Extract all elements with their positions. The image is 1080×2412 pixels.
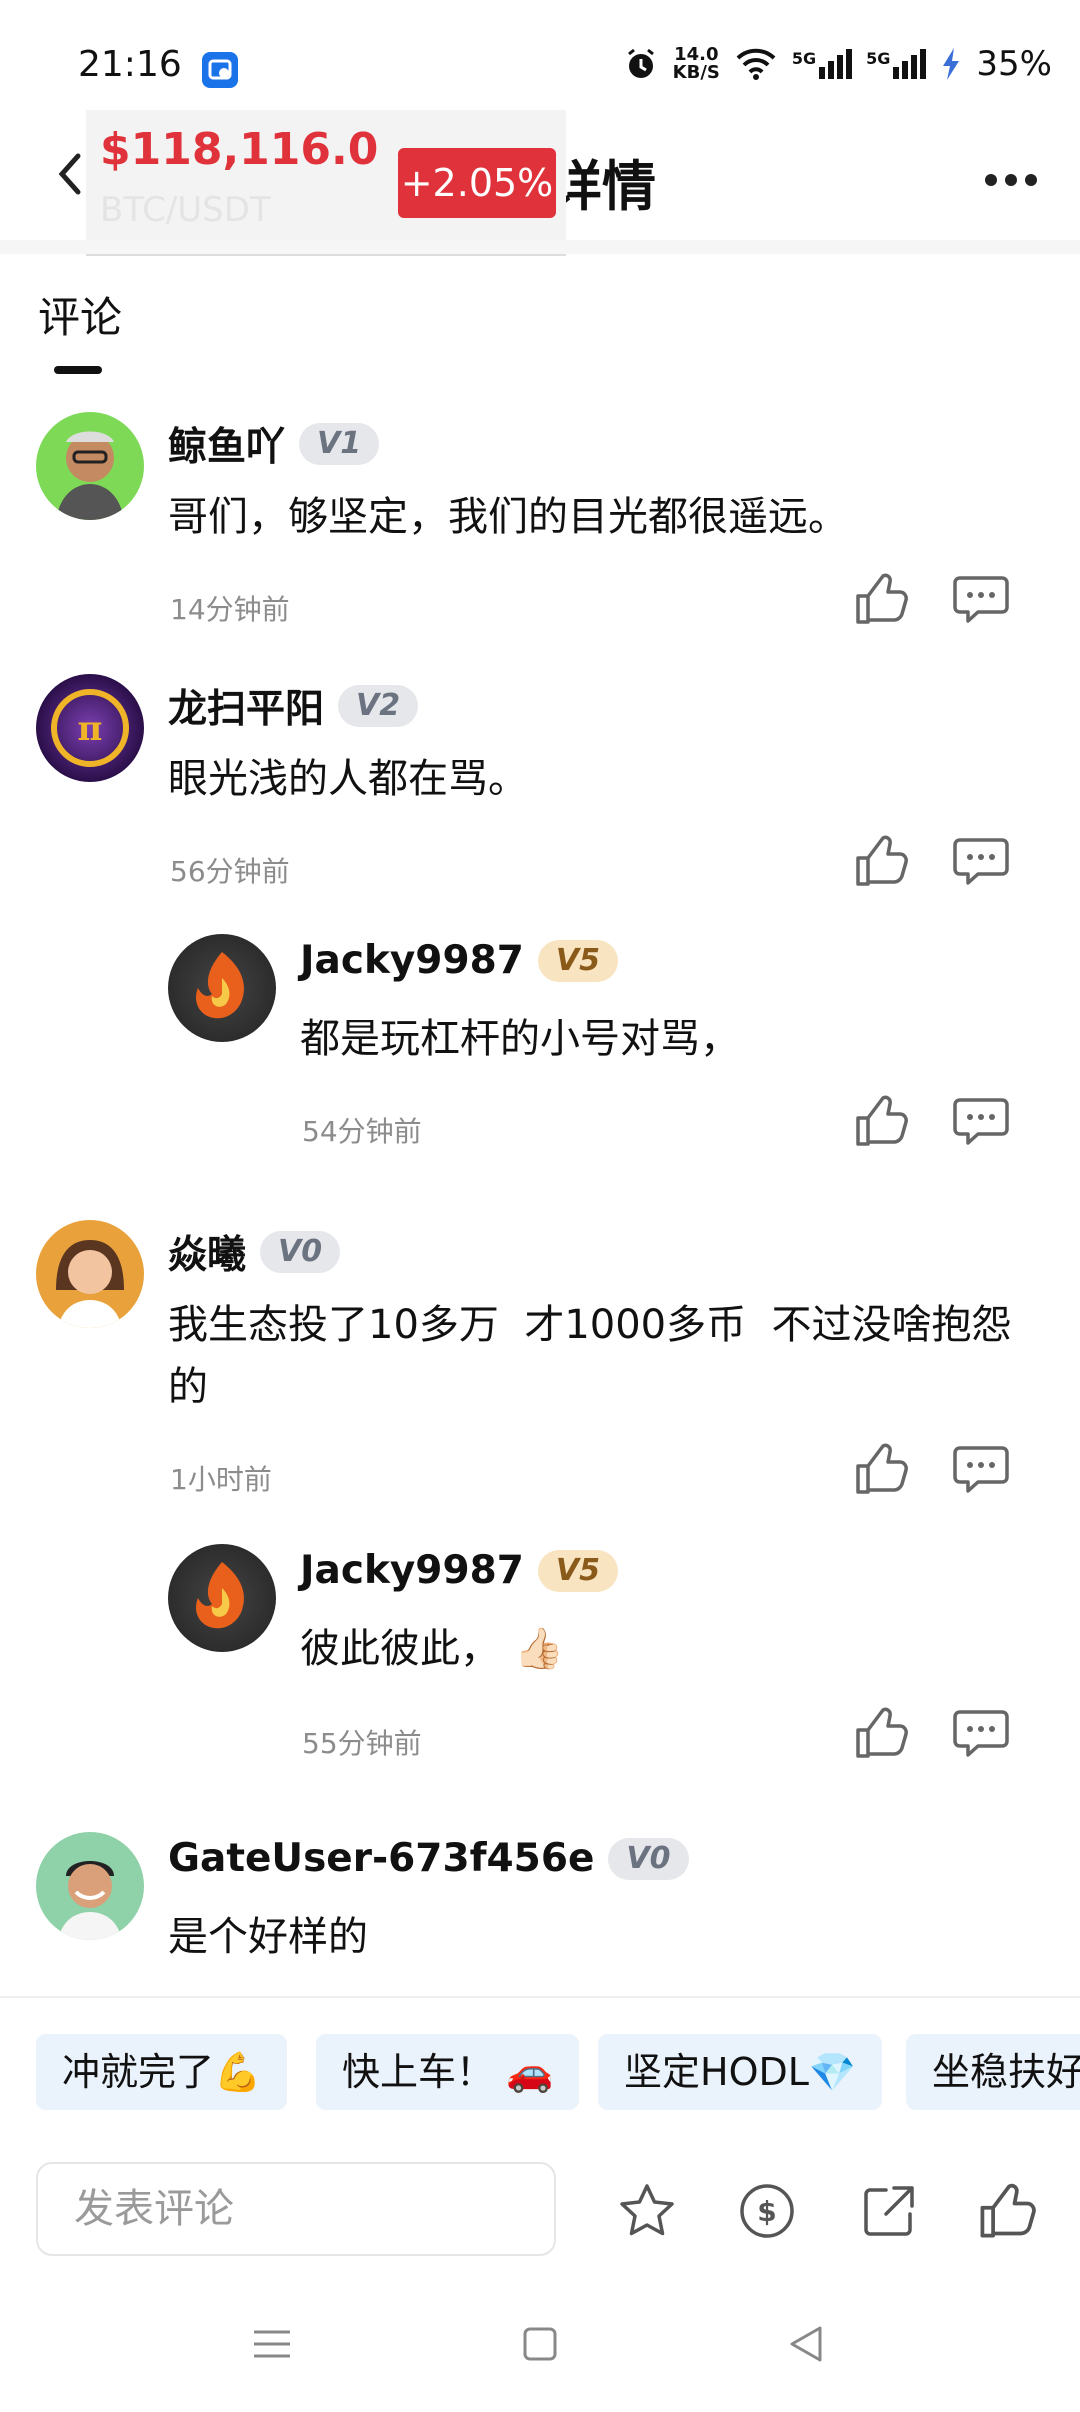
- battery-percent: 35%: [976, 44, 1052, 84]
- avatar[interactable]: π: [36, 674, 144, 782]
- svg-text:π: π: [78, 709, 103, 749]
- reply-time: 55分钟前: [302, 1727, 422, 1760]
- level-badge: V5: [537, 1549, 618, 1592]
- signal-5g-icon-1: 5G: [792, 49, 853, 79]
- comment-bubble-icon: [953, 838, 1009, 885]
- thumbs-up-icon: [856, 573, 908, 624]
- reply-button[interactable]: [952, 1704, 1010, 1762]
- level-badge: V2: [338, 685, 419, 727]
- like-post-button[interactable]: [976, 2180, 1038, 2242]
- reply-button[interactable]: [952, 570, 1010, 628]
- tip-button[interactable]: $: [736, 2180, 798, 2242]
- reply-button[interactable]: [952, 1092, 1010, 1150]
- star-icon: [620, 2184, 674, 2236]
- level-badge: V1: [299, 423, 380, 465]
- comment-time: 14分钟前: [170, 593, 290, 626]
- reply-button[interactable]: [952, 1440, 1010, 1498]
- reply-text: 都是玩杠杆的小号对骂，: [300, 1016, 740, 1062]
- coin-icon: $: [740, 2184, 794, 2238]
- nav-menu-button[interactable]: [250, 2322, 294, 2366]
- like-button[interactable]: [852, 832, 910, 890]
- comment-text-line2: 的: [168, 1364, 208, 1410]
- thumbs-up-icon: [856, 1443, 908, 1494]
- nav-back-button[interactable]: [784, 2322, 828, 2366]
- back-button[interactable]: [52, 148, 86, 210]
- comment-input[interactable]: 发表评论: [36, 2162, 556, 2256]
- quick-reply-chip-clip: 坐稳扶好: [906, 2034, 1080, 2110]
- menu-icon: [254, 2330, 290, 2358]
- price: $118,116.0: [100, 124, 379, 175]
- charging-icon: [943, 48, 960, 80]
- comment-bubble-icon: [953, 1446, 1009, 1493]
- wifi-icon: [736, 48, 776, 80]
- comment-text: 是个好样的: [168, 1914, 368, 1960]
- username[interactable]: Jacky9987: [300, 938, 524, 983]
- thumbs-up-icon: [856, 1707, 908, 1758]
- signal-5g-icon-2: 5G: [866, 49, 927, 79]
- comment-time: 56分钟前: [170, 855, 290, 888]
- reply-text: 彼此彼此， 👍🏻: [300, 1626, 564, 1672]
- username[interactable]: GateUser-673f456e: [168, 1836, 594, 1881]
- level-badge: V0: [608, 1837, 689, 1880]
- thumbs-up-icon: [856, 835, 908, 886]
- level-badge: V0: [260, 1231, 341, 1273]
- more-dots-icon: [985, 174, 1037, 186]
- like-button[interactable]: [852, 1440, 910, 1498]
- tab-comments[interactable]: 评论: [38, 284, 122, 345]
- avatar[interactable]: [168, 1544, 276, 1652]
- thumbs-up-emoji: 👍🏻: [514, 1626, 564, 1672]
- trading-pair: BTC/USDT: [100, 190, 271, 230]
- more-button[interactable]: [984, 140, 1038, 200]
- net-speed: 14.0 KB/S: [672, 44, 720, 83]
- svg-text:$: $: [757, 2195, 776, 2228]
- comment-text: 我生态投了10多万 才1000多币 不过没啥抱怨: [168, 1302, 1012, 1348]
- avatar[interactable]: [36, 1220, 144, 1328]
- tab-indicator: [54, 366, 102, 374]
- avatar[interactable]: [36, 412, 144, 520]
- avatar[interactable]: [168, 934, 276, 1042]
- comment-time: 1小时前: [170, 1463, 272, 1496]
- alarm-icon: [627, 48, 654, 78]
- reply-button[interactable]: [952, 832, 1010, 890]
- like-button[interactable]: [852, 1092, 910, 1150]
- favorite-button[interactable]: [616, 2180, 678, 2242]
- comment-bubble-icon: [953, 576, 1009, 623]
- comment-text: 眼光浅的人都在骂。: [168, 756, 528, 802]
- thumbs-up-icon: [856, 1095, 908, 1146]
- price-change-badge: +2.05%: [398, 148, 556, 218]
- quick-reply-chip[interactable]: 快上车！ 🚗: [316, 2034, 580, 2110]
- comment-text: 哥们，够坚定，我们的目光都很遥远。: [168, 494, 848, 540]
- like-button[interactable]: [852, 1704, 910, 1762]
- quick-reply-chip[interactable]: 坐稳扶好: [906, 2034, 1080, 2110]
- quick-reply-chip[interactable]: 坚定HODL💎: [598, 2034, 883, 2110]
- like-button[interactable]: [852, 570, 910, 628]
- avatar[interactable]: [36, 1832, 144, 1940]
- username[interactable]: Jacky9987: [300, 1548, 524, 1593]
- header-divider: [0, 240, 1080, 254]
- app-notification-icon: [202, 52, 238, 88]
- status-time: 21:16: [78, 44, 182, 85]
- thumbs-up-icon: [980, 2183, 1036, 2238]
- username[interactable]: 焱曦: [168, 1224, 246, 1280]
- username[interactable]: 龙扫平阳: [168, 678, 324, 734]
- home-square-icon: [523, 2327, 557, 2361]
- level-badge: V5: [537, 939, 618, 982]
- reply-time: 54分钟前: [302, 1115, 422, 1148]
- quick-reply-chip[interactable]: 冲就完了💪: [36, 2034, 288, 2110]
- username[interactable]: 鲸鱼吖: [168, 416, 285, 472]
- triangle-back-icon: [790, 2326, 822, 2362]
- share-button[interactable]: [858, 2180, 920, 2242]
- comment-bubble-icon: [953, 1710, 1009, 1757]
- quick-reply-divider: [0, 1996, 1080, 1998]
- nav-home-button[interactable]: [518, 2322, 562, 2366]
- chevron-left-icon: [58, 153, 81, 195]
- status-icons: 14.0 KB/S 5G 5G 35%: [623, 44, 1052, 84]
- comment-bubble-icon: [953, 1098, 1009, 1145]
- share-icon: [864, 2186, 914, 2236]
